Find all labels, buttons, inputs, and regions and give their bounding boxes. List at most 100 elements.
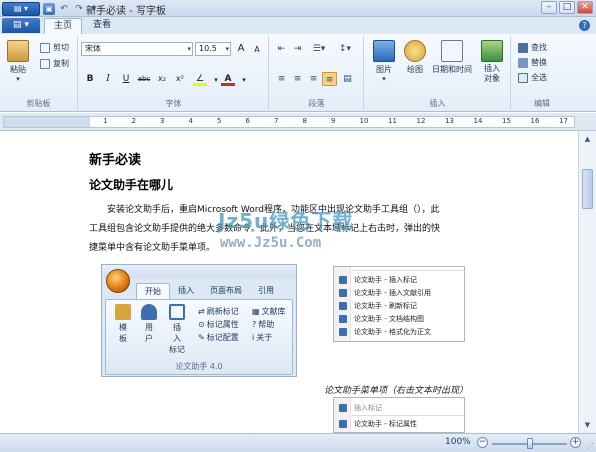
insert-mark-icon xyxy=(169,304,185,320)
picture-button[interactable]: 图片 ▾ xyxy=(369,40,399,83)
maximize-button[interactable]: □ xyxy=(559,1,575,14)
file-menu-tab[interactable]: ▤ ▾ xyxy=(2,18,40,33)
citation-icon xyxy=(339,289,347,297)
paint-drawing-button[interactable]: 绘图 xyxy=(401,40,429,75)
ruler-number: 3 xyxy=(160,117,165,125)
close-button[interactable]: ✕ xyxy=(577,1,593,14)
embedded-caption: 论文助手 4.0 xyxy=(175,362,223,371)
help-label: 帮助 xyxy=(258,320,275,329)
context-menu-item-label: 论文助手 - 文档结构图 xyxy=(354,315,424,323)
justify-icon[interactable]: ≡ xyxy=(322,72,337,86)
object-icon xyxy=(481,40,503,62)
insert-group: 图片 ▾ 绘图 日期和时间 插入 对象 插入 xyxy=(365,36,511,110)
embedded-tab: 页面布局 xyxy=(210,286,242,295)
scroll-up-icon[interactable]: ▲ xyxy=(582,134,593,144)
ruler-number: 4 xyxy=(188,117,193,125)
zoom-in-button[interactable]: + xyxy=(570,437,581,448)
subscript-button[interactable]: x₂ xyxy=(155,72,169,86)
grow-font-button[interactable]: A xyxy=(234,42,248,56)
resize-grip-icon[interactable]: ⋰ xyxy=(587,442,594,450)
shrink-font-button[interactable]: A xyxy=(250,43,264,57)
font-color-dropdown-icon[interactable]: ▾ xyxy=(237,73,251,87)
refresh-mark-item: ⇄ 刷新标记 xyxy=(198,306,239,317)
paste-label: 粘贴 xyxy=(10,65,26,74)
info-icon: i xyxy=(252,333,255,342)
vertical-scrollbar[interactable]: ▲ ▼ xyxy=(578,131,596,433)
replace-button[interactable]: 替换 xyxy=(518,57,547,68)
italic-button[interactable]: I xyxy=(101,72,115,86)
undo-icon[interactable]: ↶ xyxy=(58,3,70,15)
watermark-url: www.Jz5u.Com xyxy=(220,235,322,251)
font-name-select[interactable]: 宋体 ▾ xyxy=(81,42,193,56)
increase-indent-icon[interactable]: ⇥ xyxy=(290,42,305,56)
ruler[interactable]: 1 2 3 4 5 6 7 8 9 10 11 12 13 14 15 16 17 xyxy=(0,113,596,131)
insert-label-1: 插 xyxy=(173,323,181,332)
redo-icon[interactable]: ↷ xyxy=(73,3,85,15)
template-label-2: 板 xyxy=(119,334,127,343)
library-label: 文献库 xyxy=(261,307,286,316)
save-icon[interactable]: ▣ xyxy=(43,2,55,15)
context-menu-item: 论文助手 - 刷新标记 xyxy=(334,300,466,312)
props-icon: ⊙ xyxy=(198,320,205,329)
embedded-ribbon-body: 模 板 用 户 插 入 标记 ⇄ 刷新标记 ▦ 文献库 ⊙ 标记属性 ? 帮助 … xyxy=(105,299,293,375)
align-right-icon[interactable]: ≡ xyxy=(306,72,321,86)
align-center-icon[interactable]: ≡ xyxy=(290,72,305,86)
tab-home[interactable]: 主页 xyxy=(44,18,83,34)
help-icon[interactable]: ? xyxy=(579,20,590,31)
scroll-thumb[interactable] xyxy=(582,169,593,209)
zoom-out-button[interactable]: − xyxy=(477,437,488,448)
font-color-button[interactable]: A xyxy=(221,72,235,86)
bold-button[interactable]: B xyxy=(83,72,97,86)
picture-label: 图片 xyxy=(376,65,392,74)
document-area[interactable]: 新手必读 论文助手在哪儿 安装论文助手后，重启Microsoft Word程序，… xyxy=(0,131,578,433)
zoom-level[interactable]: 100% xyxy=(445,437,471,447)
ruler-number: 8 xyxy=(302,117,307,125)
tab-view[interactable]: 查看 xyxy=(84,18,120,34)
insert-object-button[interactable]: 插入 对象 xyxy=(477,40,507,84)
font-name-value: 宋体 xyxy=(85,44,101,53)
cut-label: 剪切 xyxy=(53,43,69,52)
paste-button[interactable]: 粘贴 ▾ xyxy=(4,40,32,83)
align-left-icon[interactable]: ≡ xyxy=(274,72,289,86)
zoom-slider-thumb[interactable] xyxy=(526,438,533,449)
picture-dropdown-icon[interactable]: ▾ xyxy=(369,75,399,83)
help-item: ? 帮助 xyxy=(252,319,274,330)
superscript-button[interactable]: x² xyxy=(173,72,187,86)
ruler-track[interactable]: 1 2 3 4 5 6 7 8 9 10 11 12 13 14 15 16 17 xyxy=(3,116,575,128)
embedded-tabs: 开始 插入 页面布局 引用 xyxy=(136,283,282,299)
copy-button[interactable]: 复制 xyxy=(40,58,69,69)
scroll-down-icon[interactable]: ▼ xyxy=(582,420,593,430)
clipboard-group: 粘贴 ▾ 剪切 复制 剪贴板 xyxy=(0,36,78,110)
list-icon[interactable]: ☰▾ xyxy=(308,42,330,56)
minimize-button[interactable]: – xyxy=(541,1,557,14)
date-time-button[interactable]: 日期和时间 xyxy=(429,40,475,75)
paste-dropdown-icon[interactable]: ▾ xyxy=(4,75,32,83)
app-menu-button[interactable]: ▤ ▾ xyxy=(2,1,40,16)
find-button[interactable]: 查找 xyxy=(518,42,547,53)
context-menu-item: 插入标记 xyxy=(334,402,466,414)
editing-group-label: 编辑 xyxy=(534,99,550,108)
font-size-select[interactable]: 10.5 ▾ xyxy=(195,42,231,56)
paragraph-settings-icon[interactable]: ▤ xyxy=(340,72,355,86)
line-spacing-icon[interactable]: ↕▾ xyxy=(334,42,356,56)
underline-button[interactable]: U xyxy=(119,72,133,86)
insert-object-label-1: 插入 xyxy=(484,64,500,73)
embedded-tab: 插入 xyxy=(178,286,194,295)
ruler-number: 5 xyxy=(217,117,222,125)
strikethrough-button[interactable]: abc xyxy=(135,72,153,86)
library-icon: ▦ xyxy=(252,307,260,316)
context-menu-caption: 论文助手菜单项（右击文本时出现） xyxy=(324,386,469,396)
decrease-indent-icon[interactable]: ⇤ xyxy=(274,42,289,56)
library-item: ▦ 文献库 xyxy=(252,306,286,317)
insert-group-label: 插入 xyxy=(429,99,446,108)
context-menu-item: 论文助手 - 标记属性 xyxy=(334,418,466,430)
cut-button[interactable]: 剪切 xyxy=(40,42,69,53)
template-label-1: 模 xyxy=(119,323,127,332)
context-menu-image-2: 插入标记 论文助手 - 标记属性 xyxy=(333,397,465,433)
menu-separator xyxy=(352,415,464,416)
context-menu-item-label: 论文助手 - 刷新标记 xyxy=(354,302,417,310)
binoculars-icon xyxy=(518,42,528,53)
highlight-button[interactable]: ∠ xyxy=(193,72,207,86)
select-all-button[interactable]: 全选 xyxy=(518,72,547,83)
mark-icon xyxy=(339,276,347,284)
